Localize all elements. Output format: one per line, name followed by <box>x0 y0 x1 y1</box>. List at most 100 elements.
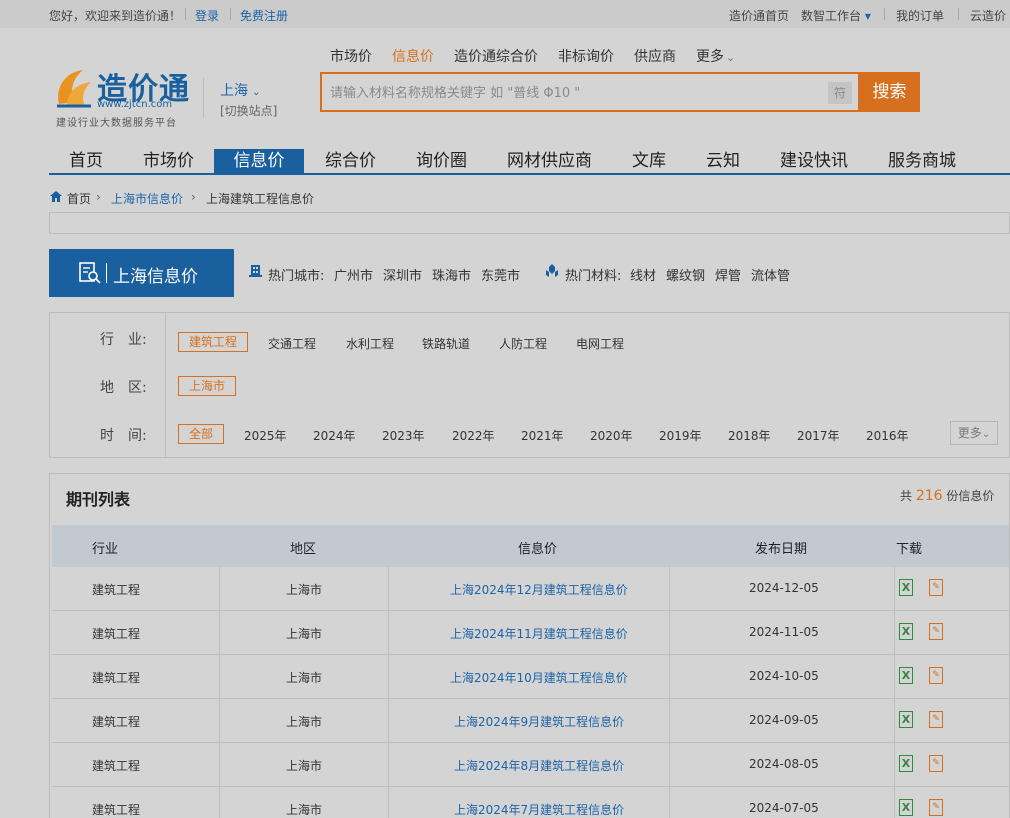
hot-material-link[interactable]: 焊管 <box>715 265 741 284</box>
filter-time-option[interactable]: 2021年 <box>521 427 564 444</box>
divider <box>884 8 885 20</box>
excel-download-icon[interactable]: X <box>899 579 913 596</box>
nav-market-price[interactable]: 市场价 <box>143 149 194 173</box>
cloud-cost-link[interactable]: 云造价 <box>970 7 1006 24</box>
filter-region-label: 地 区: <box>100 380 147 396</box>
materials-icon <box>546 264 558 277</box>
register-link[interactable]: 免费注册 <box>240 7 288 24</box>
nav-composite-price[interactable]: 综合价 <box>325 149 376 173</box>
filter-industry-option[interactable]: 铁路轨道 <box>422 335 470 352</box>
excel-download-icon[interactable]: X <box>899 667 913 684</box>
filter-time-option[interactable]: 2024年 <box>313 427 356 444</box>
nav-service-mall[interactable]: 服务商城 <box>888 149 956 173</box>
nav-construction-news[interactable]: 建设快讯 <box>780 149 848 173</box>
hot-city-link[interactable]: 深圳市 <box>383 265 422 284</box>
site-logo[interactable]: 造价通 www.zjtcn.com 建设行业大数据服务平台 <box>53 64 193 129</box>
excel-download-icon[interactable]: X <box>899 799 913 816</box>
filter-industry-option[interactable]: 人防工程 <box>499 335 547 352</box>
filter-more-label: 更多 <box>957 426 982 440</box>
filter-time-option[interactable]: 2018年 <box>728 427 771 444</box>
filter-industry-option[interactable]: 交通工程 <box>268 335 316 352</box>
excel-download-icon[interactable]: X <box>899 755 913 772</box>
home-link[interactable]: 造价通首页 <box>729 7 789 24</box>
table-row: 建筑工程 上海市 上海2024年11月建筑工程信息价 2024-11-05 X … <box>52 611 1009 655</box>
subnav-info-price[interactable]: 信息价 <box>392 46 434 66</box>
nav-info-price[interactable]: 信息价 <box>214 149 304 173</box>
city-selector[interactable]: 上海 ⌄ <box>220 80 260 100</box>
table-row: 建筑工程 上海市 上海2024年9月建筑工程信息价 2024-09-05 X ✎ <box>52 699 1009 743</box>
filter-region-option[interactable]: 上海市 <box>178 376 237 396</box>
breadcrumb-current: 上海建筑工程信息价 <box>206 192 315 206</box>
nav-cloud-knowledge[interactable]: 云知 <box>706 149 740 173</box>
subnav-nonstandard-inquiry[interactable]: 非标询价 <box>558 46 614 66</box>
login-link[interactable]: 登录 <box>195 7 219 24</box>
excel-download-icon[interactable]: X <box>899 623 913 640</box>
filter-time-option[interactable]: 2016年 <box>866 427 909 444</box>
subnav-market-price[interactable]: 市场价 <box>330 46 372 66</box>
hot-material-link[interactable]: 流体管 <box>751 265 790 284</box>
total-count: 216 <box>915 488 943 504</box>
logo-icon <box>57 70 91 108</box>
pdf-download-icon[interactable]: ✎ <box>929 667 943 684</box>
info-price-link[interactable]: 上海2024年7月建筑工程信息价 <box>454 801 624 818</box>
search-input[interactable] <box>330 82 820 104</box>
logo-slogan: 建设行业大数据服务平台 <box>56 118 177 129</box>
cell-date: 2024-10-05 <box>749 669 819 683</box>
filter-industry-option[interactable]: 建筑工程 <box>178 332 249 352</box>
info-price-link[interactable]: 上海2024年11月建筑工程信息价 <box>450 625 628 642</box>
divider <box>230 8 231 20</box>
breadcrumb-home[interactable]: 首页 <box>67 190 91 207</box>
divider <box>894 567 895 611</box>
orders-link[interactable]: 我的订单 <box>896 7 944 24</box>
divider <box>219 787 220 818</box>
info-price-link[interactable]: 上海2024年12月建筑工程信息价 <box>450 581 628 598</box>
filter-time-option[interactable]: 全部 <box>178 424 225 444</box>
cell-date: 2024-07-05 <box>749 801 819 815</box>
filter-time-option[interactable]: 2020年 <box>590 427 633 444</box>
chevron-down-icon: ▾ <box>864 9 871 23</box>
subnav-more[interactable]: 更多 ⌄ <box>696 46 735 66</box>
subnav-composite-price[interactable]: 造价通综合价 <box>454 46 538 66</box>
cell-region: 上海市 <box>286 627 323 641</box>
hot-city-link[interactable]: 广州市 <box>334 265 373 284</box>
divider <box>958 8 959 20</box>
filter-time-option[interactable]: 2017年 <box>797 427 840 444</box>
info-price-link[interactable]: 上海2024年8月建筑工程信息价 <box>454 757 624 774</box>
search-button[interactable]: 搜索 <box>859 72 920 112</box>
filter-more-button[interactable]: 更多⌄ <box>950 421 998 445</box>
filter-time-option[interactable]: 2019年 <box>659 427 702 444</box>
filter-industry-option[interactable]: 水利工程 <box>346 335 394 352</box>
divider <box>203 78 204 118</box>
info-price-link[interactable]: 上海2024年9月建筑工程信息价 <box>454 713 624 730</box>
nav-inquiry-circle[interactable]: 询价圈 <box>416 149 467 173</box>
switch-site-link[interactable]: [切换站点] <box>220 102 277 119</box>
info-price-link[interactable]: 上海2024年10月建筑工程信息价 <box>450 669 628 686</box>
nav-material-suppliers[interactable]: 网材供应商 <box>507 149 592 173</box>
hot-material-link[interactable]: 线材 <box>630 265 656 284</box>
total-suffix: 份信息价 <box>946 489 995 503</box>
cell-industry: 建筑工程 <box>92 583 141 597</box>
filter-time-option[interactable]: 2022年 <box>452 427 495 444</box>
hot-city-link[interactable]: 珠海市 <box>432 265 471 284</box>
pdf-download-icon[interactable]: ✎ <box>929 579 943 596</box>
nav-home[interactable]: 首页 <box>69 149 103 173</box>
pdf-download-icon[interactable]: ✎ <box>929 799 943 816</box>
workbench-link[interactable]: 数智工作台 ▾ <box>801 7 871 24</box>
excel-download-icon[interactable]: X <box>899 711 913 728</box>
workbench-label: 数智工作台 <box>801 9 862 23</box>
table-row: 建筑工程 上海市 上海2024年7月建筑工程信息价 2024-07-05 X ✎ <box>52 787 1009 818</box>
pdf-download-icon[interactable]: ✎ <box>929 711 943 728</box>
subnav-suppliers[interactable]: 供应商 <box>634 46 676 66</box>
filter-time-option[interactable]: 2025年 <box>244 427 287 444</box>
hot-material-link[interactable]: 螺纹钢 <box>666 265 705 284</box>
column-header-region: 地区 <box>290 542 317 557</box>
breadcrumb-shanghai-info[interactable]: 上海市信息价 <box>111 190 183 207</box>
filter-industry-option[interactable]: 电网工程 <box>576 335 624 352</box>
filter-time-option[interactable]: 2023年 <box>382 427 425 444</box>
nav-library[interactable]: 文库 <box>632 149 666 173</box>
pdf-download-icon[interactable]: ✎ <box>929 623 943 640</box>
pdf-download-icon[interactable]: ✎ <box>929 755 943 772</box>
cell-industry: 建筑工程 <box>92 803 141 817</box>
symbol-button[interactable]: 符 <box>828 82 852 104</box>
hot-city-link[interactable]: 东莞市 <box>481 265 520 284</box>
